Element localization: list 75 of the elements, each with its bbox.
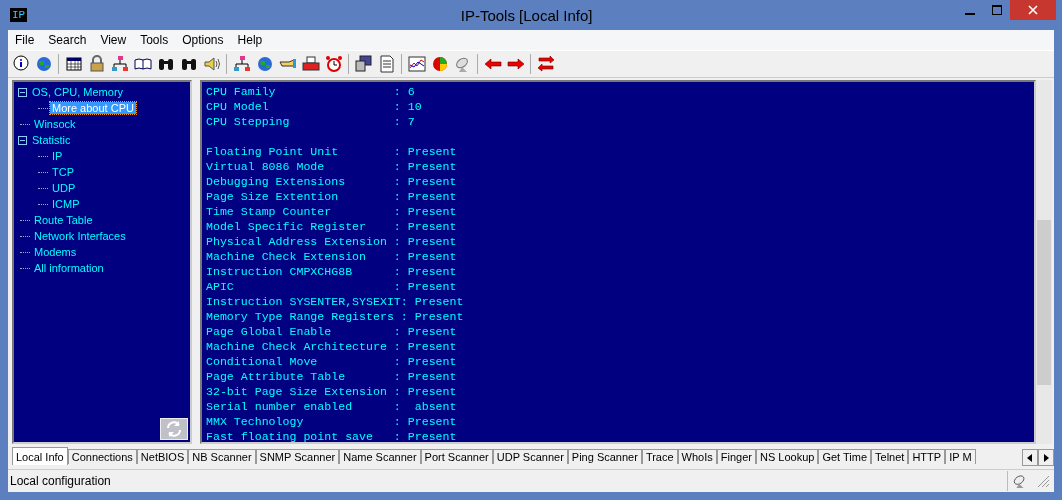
maximize-icon: [991, 5, 1002, 15]
tab[interactable]: HTTP: [908, 449, 946, 464]
tab[interactable]: Get Time: [818, 449, 872, 464]
output-line: 32-bit Page Size Extension : Present: [206, 384, 458, 399]
refresh-icon: [164, 420, 184, 438]
tree-item[interactable]: Route Table: [32, 214, 95, 226]
menu-item[interactable]: Tools: [133, 33, 176, 47]
output-line: Page Size Extention : Present: [206, 189, 458, 204]
close-button[interactable]: [1010, 0, 1056, 20]
output-line: Conditional Move : Present: [206, 354, 458, 369]
tab[interactable]: Ping Scanner: [567, 449, 642, 464]
scrollbar-thumb[interactable]: [1037, 220, 1051, 385]
output-line: Page Attribute Table : Present: [206, 369, 458, 384]
output-line: Machine Check Architecture : Present: [206, 339, 458, 354]
output-line: APIC : Present: [206, 279, 458, 294]
tab[interactable]: Telnet: [871, 449, 909, 464]
tab[interactable]: Connections: [67, 449, 137, 464]
tab[interactable]: NetBIOS: [136, 449, 189, 464]
output-line: Machine Check Extension : Present: [206, 249, 458, 264]
tab[interactable]: Port Scanner: [420, 449, 493, 464]
menu-item[interactable]: Help: [230, 33, 270, 47]
menu-item[interactable]: Search: [41, 33, 94, 47]
tree-item[interactable]: Winsock: [32, 118, 78, 130]
satellite-dish-icon: [1012, 473, 1028, 489]
tree-item[interactable]: TCP: [50, 166, 76, 178]
output-line: Serial number enabled : absent: [206, 399, 458, 414]
tree-item[interactable]: ICMP: [50, 198, 82, 210]
tree-item[interactable]: All information: [32, 262, 106, 274]
tab[interactable]: WhoIs: [677, 449, 717, 464]
tree-item[interactable]: Statistic: [30, 134, 73, 146]
left-triangle-icon: [1027, 453, 1033, 462]
tree-item[interactable]: Modems: [32, 246, 79, 258]
scroll-right-button[interactable]: [1038, 449, 1054, 466]
output-line: CPU Stepping : 7: [206, 114, 416, 129]
resize-grip-icon[interactable]: [1036, 474, 1050, 488]
menu-item[interactable]: View: [93, 33, 134, 47]
output-line: Page Global Enable : Present: [206, 324, 458, 339]
output-line: Instruction SYSENTER,SYSEXIT: Present: [206, 294, 465, 309]
tab[interactable]: IP M: [945, 449, 976, 464]
window-title: IP-Tools [Local Info]: [460, 6, 593, 24]
menu-item[interactable]: Options: [175, 33, 231, 47]
output-line: Fast floating point save : Present: [206, 429, 458, 442]
tab[interactable]: Trace: [641, 449, 678, 464]
tree-item[interactable]: UDP: [50, 182, 78, 194]
output-line: Model Specific Register : Present: [206, 219, 458, 234]
tab[interactable]: NB Scanner: [188, 449, 256, 464]
output-line: Memory Type Range Registers : Present: [206, 309, 465, 324]
minimize-icon: [964, 12, 975, 15]
tab[interactable]: Name Scanner: [339, 449, 421, 464]
output-line: CPU Model : 10: [206, 99, 423, 114]
status-text: Local configuration: [9, 474, 111, 488]
close-icon: [1028, 5, 1038, 15]
output-line: CPU Family : 6: [206, 84, 416, 99]
scroll-left-button[interactable]: [1022, 449, 1038, 466]
right-triangle-icon: [1043, 453, 1049, 462]
app-icon: IP: [10, 8, 28, 22]
scrollbar[interactable]: [1036, 80, 1052, 444]
tree-item[interactable]: Network Interfaces: [32, 230, 128, 242]
output-line: Virtual 8086 Mode : Present: [206, 159, 458, 174]
menu-item[interactable]: File: [8, 33, 42, 47]
tab[interactable]: SNMP Scanner: [255, 449, 340, 464]
collapse-toggle[interactable]: [18, 87, 27, 97]
tab[interactable]: Finger: [716, 449, 756, 464]
tree-item[interactable]: OS, CPU, Memory: [30, 86, 126, 98]
tab[interactable]: Local Info: [12, 447, 68, 465]
output-line: Time Stamp Counter : Present: [206, 204, 458, 219]
tree-item[interactable]: IP: [50, 150, 65, 162]
tab[interactable]: NS Lookup: [755, 449, 819, 464]
output-line: Floating Point Unit : Present: [206, 144, 458, 159]
tab[interactable]: UDP Scanner: [492, 449, 568, 464]
output-line: Instruction CMPXCHG8B : Present: [206, 264, 458, 279]
output-line: Debugging Extensions : Present: [206, 174, 458, 189]
output-line: MMX Technology : Present: [206, 414, 458, 429]
output-line: Physical Address Extension : Present: [206, 234, 458, 249]
collapse-toggle[interactable]: [18, 135, 27, 145]
